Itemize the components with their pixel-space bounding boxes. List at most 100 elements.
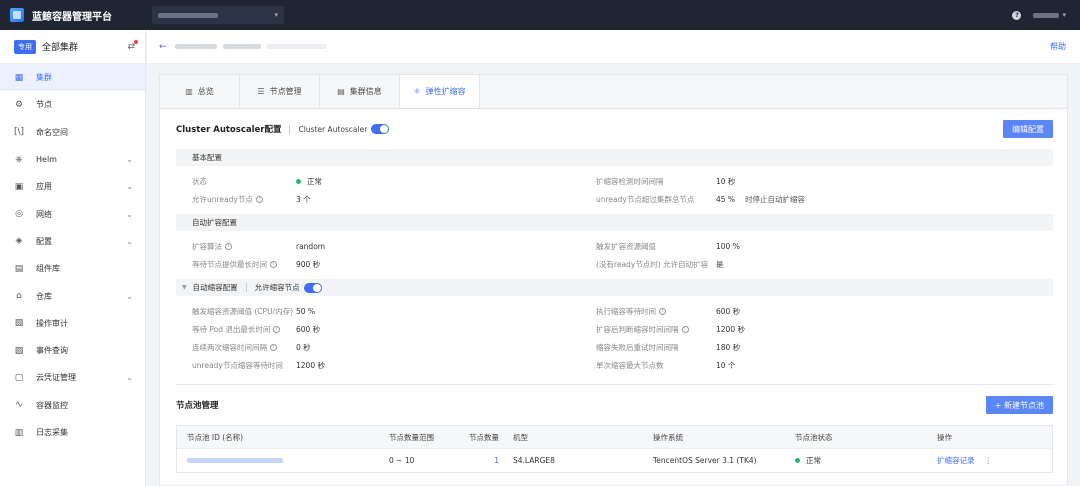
list-icon: ☰ — [257, 87, 265, 96]
cluster-switcher[interactable]: 专用 全部集群 ⇄ — [0, 30, 145, 64]
sidebar-item[interactable]: ▢ 云凭证管理 ⌄ — [0, 364, 145, 391]
nodepool-id-link[interactable] — [187, 458, 283, 463]
table-header: 节点池 ID (名称) 节点数量范围 节点数量 机型 操作系统 节点池状态 操作 — [177, 426, 1052, 448]
tab-node-management[interactable]: ☰ 节点管理 — [240, 75, 320, 108]
sidebar-item[interactable]: ▥ 日志采集 — [0, 419, 145, 446]
chevron-down-icon: ⌄ — [126, 236, 133, 246]
new-nodepool-button[interactable]: + 新建节点池 — [985, 396, 1053, 414]
info-icon[interactable]: i — [270, 344, 277, 351]
col-header[interactable]: 节点数量 — [467, 432, 513, 443]
nodepool-header: 节点池管理 + 新建节点池 — [176, 385, 1053, 425]
edit-config-button[interactable]: 编辑配置 — [1003, 120, 1053, 138]
config-row: 允许unready节点 i 3 个 unready节点超过集群总节点 45 % 时停… — [176, 190, 1053, 208]
ratio-label: unready节点超过集群总节点 — [596, 194, 695, 204]
info-icon[interactable]: i — [273, 326, 281, 333]
info-icon[interactable]: i — [255, 196, 263, 203]
ratio-note: 时停止自动扩缩容 — [745, 194, 806, 204]
dedicated-badge: 专用 — [14, 39, 36, 54]
col-header[interactable]: 节点数量范围 — [389, 432, 467, 443]
config-icon: ◈ — [15, 236, 23, 247]
autoscaler-header: Cluster Autoscaler配置 Cluster Autoscaler … — [176, 109, 1053, 149]
component-icon: ▤ — [14, 263, 24, 274]
interval-value: 10 秒 — [716, 176, 736, 186]
app-icon: ▣ — [14, 181, 24, 192]
config-row: 等待 Pod 退出最长时间 i 600 秒扩容后判断缩容时间间隔 i 1200 秒 — [176, 320, 1053, 338]
user-menu[interactable]: ▾ — [1033, 11, 1066, 19]
sidebar-item[interactable]: ▨ 事件查询 — [0, 337, 145, 364]
tab-autoscaling[interactable]: ⚛ 弹性扩缩容 — [400, 75, 480, 108]
more-icon[interactable]: ⋮ — [985, 456, 993, 465]
info-icon[interactable]: i — [659, 308, 666, 315]
sidebar-item[interactable]: ◎ 网络 ⌄ — [0, 200, 145, 227]
autoscaler-title: Cluster Autoscaler配置 — [176, 125, 282, 135]
sidebar-item[interactable]: ▣ 应用 ⌄ — [0, 173, 145, 200]
autoscaler-content: Cluster Autoscaler配置 Cluster Autoscaler … — [176, 109, 1053, 473]
config-row: 等待节点提供最长时间 i 900 秒 (没有ready节点时) 允许自动扩容 是 — [176, 255, 1053, 273]
autoscaler-toggle[interactable] — [371, 124, 390, 134]
scaling-records-link[interactable]: 扩缩容记录 — [937, 455, 975, 466]
interval-label: 扩缩容检测时间间隔 — [596, 176, 664, 186]
repo-icon: ⌂ — [16, 291, 22, 302]
sidebar-item[interactable]: ⎈ Helm ⌄ — [0, 146, 145, 173]
chevron-down-icon: ▾ — [1062, 11, 1066, 19]
threshold-value: 100 % — [716, 241, 740, 251]
config-label: 连续两次缩容时间间隔 — [192, 342, 267, 352]
config-label: 单次缩容最大节点数 — [596, 360, 664, 370]
col-header[interactable]: 节点池状态 — [795, 432, 937, 443]
bar-chart-icon: ▥ — [185, 87, 193, 96]
sidebar-item[interactable]: ◈ 配置 ⌄ — [0, 228, 145, 255]
config-value: 1200 秒 — [716, 324, 745, 334]
threshold-label: 触发扩容资源阈值 — [596, 241, 656, 251]
sidebar-item[interactable]: ∿ 容器监控 — [0, 392, 145, 419]
wait-value: 900 秒 — [296, 259, 321, 269]
config-value: 10 个 — [716, 360, 736, 370]
info-icon[interactable]: i — [225, 243, 232, 250]
help-link[interactable]: 帮助 — [1050, 41, 1066, 52]
sidebar-item[interactable]: ▧ 操作审计 — [0, 310, 145, 337]
divider — [289, 124, 291, 134]
help-icon[interactable]: ? — [1012, 10, 1022, 20]
sidebar-item-label: 操作审计 — [36, 318, 68, 328]
allow-scale-down-label: 允许缩容节点 — [254, 283, 300, 292]
sidebar-item[interactable]: ▦ 集群 — [0, 64, 145, 92]
credential-icon: ▢ — [14, 372, 24, 383]
redacted-text — [158, 12, 218, 18]
sidebar-item[interactable]: ▤ 组件库 — [0, 255, 145, 282]
config-value: 600 秒 — [716, 306, 741, 316]
sidebar-item-label: 命名空间 — [36, 127, 68, 137]
noready-value: 是 — [716, 259, 724, 269]
allow-scale-down-toggle[interactable] — [303, 282, 322, 293]
info-icon[interactable]: i — [270, 261, 277, 268]
col-header[interactable]: 操作系统 — [653, 432, 795, 443]
back-arrow-icon[interactable]: ← — [159, 42, 167, 52]
collapse-caret-icon[interactable]: ▼ — [182, 284, 187, 291]
config-value: 1200 秒 — [296, 360, 325, 370]
sidebar-item[interactable]: ⌂ 仓库 ⌄ — [0, 282, 145, 309]
app-logo-icon — [10, 8, 24, 22]
chevron-down-icon: ▾ — [274, 11, 278, 19]
autoscaler-toggle-label: Cluster Autoscaler — [298, 124, 368, 134]
col-header[interactable]: 操作 — [937, 432, 1047, 443]
sidebar-item[interactable]: [\] 命名空间 — [0, 119, 145, 146]
status-ok-icon — [296, 178, 301, 184]
server-icon: ▤ — [337, 87, 345, 96]
tab-overview[interactable]: ▥ 总览 — [160, 75, 240, 108]
status-value: 正常 — [307, 176, 322, 186]
count-cell[interactable]: 1 — [467, 456, 513, 465]
app-title: 蓝鲸容器管理平台 — [32, 11, 112, 23]
sidebar-item[interactable]: ⚙ 节点 — [0, 91, 145, 118]
status-label: 状态 — [192, 176, 207, 186]
info-icon[interactable]: i — [681, 326, 689, 333]
project-select[interactable]: ▾ — [152, 6, 284, 24]
chevron-down-icon: ⌄ — [126, 182, 133, 192]
type-cell: S4.LARGE8 — [513, 456, 555, 465]
col-header[interactable]: 机型 — [513, 432, 653, 443]
col-header[interactable]: 节点池 ID (名称) — [177, 432, 389, 443]
unready-value: 3 个 — [296, 194, 311, 204]
cluster-scope-label: 全部集群 — [42, 43, 79, 53]
switch-icon[interactable]: ⇄ — [127, 39, 138, 52]
basic-config-rows: 状态 正常 扩缩容检测时间间隔 10 秒 允许unready节点 i 3 个 un… — [176, 166, 1053, 214]
sidebar-item-label: 仓库 — [36, 291, 52, 301]
tab-cluster-info[interactable]: ▤ 集群信息 — [320, 75, 400, 108]
config-label: 执行缩容等待时间 — [596, 306, 656, 316]
